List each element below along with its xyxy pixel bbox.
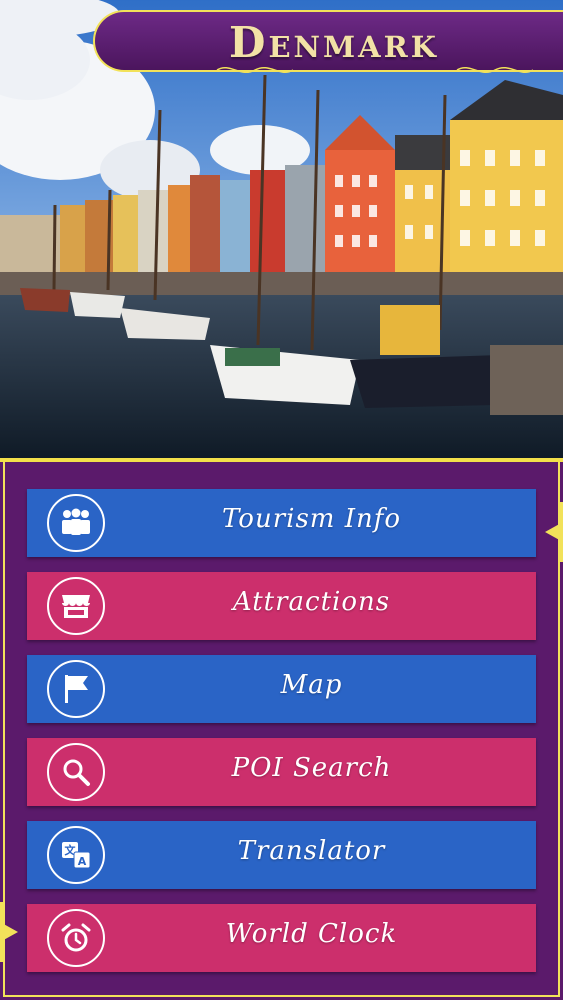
attractions-button[interactable]: Attractions bbox=[27, 572, 536, 640]
title-banner: Denmark bbox=[93, 10, 563, 73]
page-title: Denmark bbox=[229, 18, 439, 67]
map-button[interactable]: Map bbox=[27, 655, 536, 723]
flourish-left-icon bbox=[216, 67, 294, 73]
world-clock-button[interactable]: World Clock bbox=[27, 904, 536, 972]
attractions-label: Attractions bbox=[232, 587, 391, 617]
poi-search-label: POI Search bbox=[231, 753, 392, 783]
tourism-info-button[interactable]: Tourism Info bbox=[27, 489, 536, 557]
poi-search-button[interactable]: POI Search bbox=[27, 738, 536, 806]
left-marker-icon bbox=[0, 902, 18, 962]
right-marker-icon bbox=[545, 502, 563, 562]
translator-label: Translator bbox=[237, 836, 386, 866]
tourism-info-label: Tourism Info bbox=[221, 504, 402, 534]
translator-button[interactable]: 文 A Translator bbox=[27, 821, 536, 889]
map-label: Map bbox=[280, 670, 343, 700]
menu-panel: Tourism Info Attractions Map POI Search … bbox=[0, 462, 563, 1000]
world-clock-label: World Clock bbox=[225, 919, 398, 949]
flourish-right-icon bbox=[456, 67, 534, 73]
svg-text:A: A bbox=[78, 855, 87, 868]
